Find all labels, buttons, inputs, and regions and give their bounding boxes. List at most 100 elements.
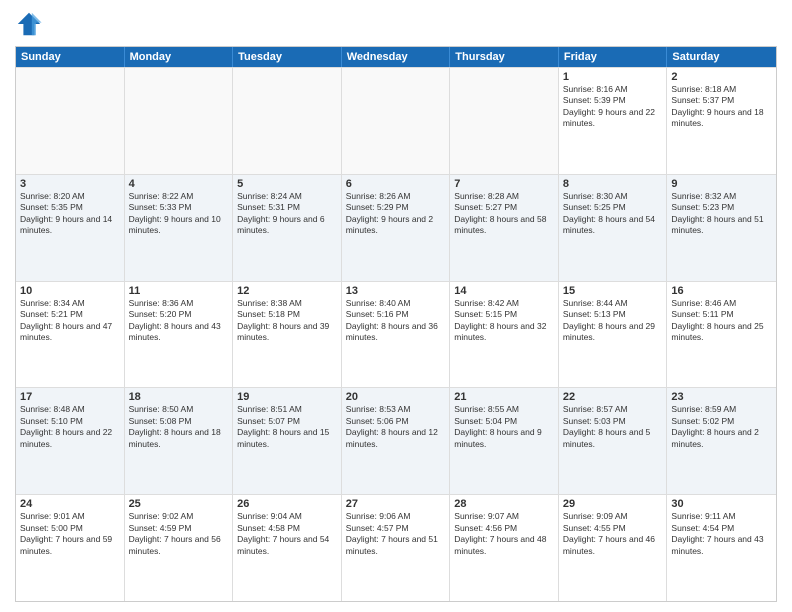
calendar-header-cell: Tuesday (233, 47, 342, 67)
calendar-header-cell: Saturday (667, 47, 776, 67)
day-info: Sunrise: 8:32 AM Sunset: 5:23 PM Dayligh… (671, 191, 772, 237)
day-number: 21 (454, 391, 554, 403)
day-info: Sunrise: 8:34 AM Sunset: 5:21 PM Dayligh… (20, 298, 120, 344)
day-number: 12 (237, 285, 337, 297)
day-number: 16 (671, 285, 772, 297)
calendar-cell: 25Sunrise: 9:02 AM Sunset: 4:59 PM Dayli… (125, 495, 234, 601)
logo-icon (15, 10, 43, 38)
day-info: Sunrise: 9:11 AM Sunset: 4:54 PM Dayligh… (671, 511, 772, 557)
day-info: Sunrise: 9:09 AM Sunset: 4:55 PM Dayligh… (563, 511, 663, 557)
calendar-cell: 9Sunrise: 8:32 AM Sunset: 5:23 PM Daylig… (667, 175, 776, 281)
day-number: 19 (237, 391, 337, 403)
calendar-cell: 22Sunrise: 8:57 AM Sunset: 5:03 PM Dayli… (559, 388, 668, 494)
calendar-cell: 19Sunrise: 8:51 AM Sunset: 5:07 PM Dayli… (233, 388, 342, 494)
day-number: 11 (129, 285, 229, 297)
day-info: Sunrise: 8:30 AM Sunset: 5:25 PM Dayligh… (563, 191, 663, 237)
day-info: Sunrise: 9:06 AM Sunset: 4:57 PM Dayligh… (346, 511, 446, 557)
calendar-cell: 28Sunrise: 9:07 AM Sunset: 4:56 PM Dayli… (450, 495, 559, 601)
day-number: 5 (237, 178, 337, 190)
calendar-header-cell: Monday (125, 47, 234, 67)
day-number: 25 (129, 498, 229, 510)
calendar-week-row: 3Sunrise: 8:20 AM Sunset: 5:35 PM Daylig… (16, 174, 776, 281)
calendar-cell: 29Sunrise: 9:09 AM Sunset: 4:55 PM Dayli… (559, 495, 668, 601)
day-number: 28 (454, 498, 554, 510)
day-number: 18 (129, 391, 229, 403)
day-info: Sunrise: 9:07 AM Sunset: 4:56 PM Dayligh… (454, 511, 554, 557)
calendar-cell: 16Sunrise: 8:46 AM Sunset: 5:11 PM Dayli… (667, 282, 776, 388)
calendar-header-cell: Friday (559, 47, 668, 67)
logo (15, 10, 47, 38)
calendar-cell (16, 68, 125, 174)
day-number: 14 (454, 285, 554, 297)
calendar: SundayMondayTuesdayWednesdayThursdayFrid… (15, 46, 777, 602)
day-info: Sunrise: 8:57 AM Sunset: 5:03 PM Dayligh… (563, 404, 663, 450)
calendar-cell: 20Sunrise: 8:53 AM Sunset: 5:06 PM Dayli… (342, 388, 451, 494)
calendar-body: 1Sunrise: 8:16 AM Sunset: 5:39 PM Daylig… (16, 67, 776, 601)
calendar-cell (450, 68, 559, 174)
day-number: 24 (20, 498, 120, 510)
day-info: Sunrise: 8:51 AM Sunset: 5:07 PM Dayligh… (237, 404, 337, 450)
day-number: 26 (237, 498, 337, 510)
calendar-cell (125, 68, 234, 174)
calendar-cell (233, 68, 342, 174)
calendar-cell: 12Sunrise: 8:38 AM Sunset: 5:18 PM Dayli… (233, 282, 342, 388)
calendar-cell: 11Sunrise: 8:36 AM Sunset: 5:20 PM Dayli… (125, 282, 234, 388)
day-number: 23 (671, 391, 772, 403)
day-info: Sunrise: 8:50 AM Sunset: 5:08 PM Dayligh… (129, 404, 229, 450)
day-info: Sunrise: 8:36 AM Sunset: 5:20 PM Dayligh… (129, 298, 229, 344)
day-number: 30 (671, 498, 772, 510)
day-info: Sunrise: 8:53 AM Sunset: 5:06 PM Dayligh… (346, 404, 446, 450)
calendar-week-row: 24Sunrise: 9:01 AM Sunset: 5:00 PM Dayli… (16, 494, 776, 601)
calendar-cell: 6Sunrise: 8:26 AM Sunset: 5:29 PM Daylig… (342, 175, 451, 281)
calendar-cell: 15Sunrise: 8:44 AM Sunset: 5:13 PM Dayli… (559, 282, 668, 388)
calendar-cell: 18Sunrise: 8:50 AM Sunset: 5:08 PM Dayli… (125, 388, 234, 494)
calendar-cell: 1Sunrise: 8:16 AM Sunset: 5:39 PM Daylig… (559, 68, 668, 174)
day-info: Sunrise: 8:26 AM Sunset: 5:29 PM Dayligh… (346, 191, 446, 237)
calendar-header: SundayMondayTuesdayWednesdayThursdayFrid… (16, 47, 776, 67)
day-info: Sunrise: 8:20 AM Sunset: 5:35 PM Dayligh… (20, 191, 120, 237)
day-number: 17 (20, 391, 120, 403)
day-number: 27 (346, 498, 446, 510)
day-number: 1 (563, 71, 663, 83)
calendar-cell: 23Sunrise: 8:59 AM Sunset: 5:02 PM Dayli… (667, 388, 776, 494)
calendar-cell: 2Sunrise: 8:18 AM Sunset: 5:37 PM Daylig… (667, 68, 776, 174)
calendar-cell: 14Sunrise: 8:42 AM Sunset: 5:15 PM Dayli… (450, 282, 559, 388)
day-info: Sunrise: 8:55 AM Sunset: 5:04 PM Dayligh… (454, 404, 554, 450)
day-info: Sunrise: 9:02 AM Sunset: 4:59 PM Dayligh… (129, 511, 229, 557)
calendar-cell: 10Sunrise: 8:34 AM Sunset: 5:21 PM Dayli… (16, 282, 125, 388)
day-number: 9 (671, 178, 772, 190)
calendar-week-row: 1Sunrise: 8:16 AM Sunset: 5:39 PM Daylig… (16, 67, 776, 174)
calendar-cell: 17Sunrise: 8:48 AM Sunset: 5:10 PM Dayli… (16, 388, 125, 494)
day-info: Sunrise: 8:24 AM Sunset: 5:31 PM Dayligh… (237, 191, 337, 237)
calendar-header-cell: Wednesday (342, 47, 451, 67)
day-info: Sunrise: 8:42 AM Sunset: 5:15 PM Dayligh… (454, 298, 554, 344)
day-number: 22 (563, 391, 663, 403)
calendar-cell: 8Sunrise: 8:30 AM Sunset: 5:25 PM Daylig… (559, 175, 668, 281)
header (15, 10, 777, 38)
day-info: Sunrise: 8:18 AM Sunset: 5:37 PM Dayligh… (671, 84, 772, 130)
day-number: 29 (563, 498, 663, 510)
day-number: 10 (20, 285, 120, 297)
day-info: Sunrise: 8:38 AM Sunset: 5:18 PM Dayligh… (237, 298, 337, 344)
calendar-cell: 3Sunrise: 8:20 AM Sunset: 5:35 PM Daylig… (16, 175, 125, 281)
day-number: 15 (563, 285, 663, 297)
day-info: Sunrise: 8:16 AM Sunset: 5:39 PM Dayligh… (563, 84, 663, 130)
day-info: Sunrise: 8:28 AM Sunset: 5:27 PM Dayligh… (454, 191, 554, 237)
calendar-header-cell: Sunday (16, 47, 125, 67)
calendar-cell: 4Sunrise: 8:22 AM Sunset: 5:33 PM Daylig… (125, 175, 234, 281)
calendar-cell: 5Sunrise: 8:24 AM Sunset: 5:31 PM Daylig… (233, 175, 342, 281)
day-info: Sunrise: 8:48 AM Sunset: 5:10 PM Dayligh… (20, 404, 120, 450)
day-info: Sunrise: 9:01 AM Sunset: 5:00 PM Dayligh… (20, 511, 120, 557)
day-info: Sunrise: 8:44 AM Sunset: 5:13 PM Dayligh… (563, 298, 663, 344)
day-number: 8 (563, 178, 663, 190)
calendar-header-cell: Thursday (450, 47, 559, 67)
calendar-cell: 21Sunrise: 8:55 AM Sunset: 5:04 PM Dayli… (450, 388, 559, 494)
day-number: 20 (346, 391, 446, 403)
day-info: Sunrise: 8:59 AM Sunset: 5:02 PM Dayligh… (671, 404, 772, 450)
day-number: 4 (129, 178, 229, 190)
day-number: 13 (346, 285, 446, 297)
day-info: Sunrise: 9:04 AM Sunset: 4:58 PM Dayligh… (237, 511, 337, 557)
day-number: 3 (20, 178, 120, 190)
day-number: 7 (454, 178, 554, 190)
day-number: 6 (346, 178, 446, 190)
